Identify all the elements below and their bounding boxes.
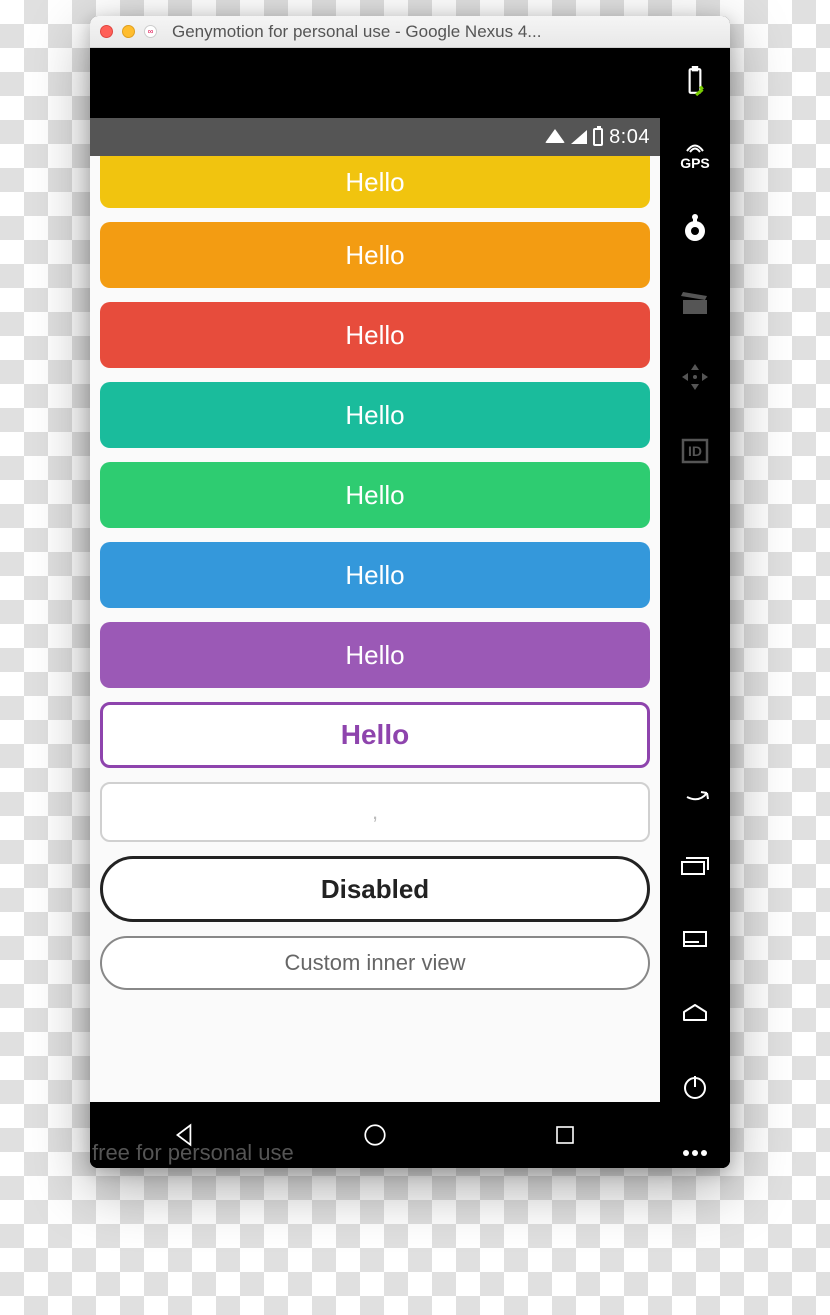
dpad-tool-icon[interactable]: [672, 354, 718, 400]
battery-tool-icon[interactable]: [672, 58, 718, 104]
button-label: Hello: [345, 400, 404, 431]
hello-button-5[interactable]: Hello: [100, 542, 650, 608]
id-label: ID: [688, 443, 702, 459]
gps-label: GPS: [680, 155, 710, 171]
hello-button-2[interactable]: Hello: [100, 302, 650, 368]
hello-button-0[interactable]: Hello: [100, 156, 650, 208]
gps-tool-icon[interactable]: GPS: [672, 132, 718, 178]
window-titlebar: ∞ Genymotion for personal use - Google N…: [90, 16, 730, 48]
camera-tool-icon[interactable]: [672, 206, 718, 252]
emulator-body: 8:04 HelloHelloHelloHelloHelloHelloHello…: [90, 48, 730, 1168]
button-label: Hello: [345, 560, 404, 591]
button-label: Custom inner view: [285, 950, 466, 976]
more-icon[interactable]: [672, 1138, 718, 1168]
faint-outline-button[interactable]: ,: [100, 782, 650, 842]
hello-button-4[interactable]: Hello: [100, 462, 650, 528]
emulator-window: ∞ Genymotion for personal use - Google N…: [90, 16, 730, 1168]
multiwindow-icon[interactable]: [672, 842, 718, 888]
button-label: Hello: [345, 640, 404, 671]
button-label: Hello: [345, 480, 404, 511]
clapper-tool-icon[interactable]: [672, 280, 718, 326]
home-button[interactable]: [355, 1115, 395, 1155]
rotate-icon[interactable]: [672, 768, 718, 814]
custom-inner-view-button[interactable]: Custom inner view: [100, 936, 650, 990]
minimize-icon[interactable]: [122, 25, 135, 38]
hello-button-1[interactable]: Hello: [100, 222, 650, 288]
android-statusbar: 8:04: [90, 118, 660, 156]
menu-nav-icon[interactable]: [672, 916, 718, 962]
watermark-text: free for personal use: [90, 1136, 294, 1168]
signal-icon: [571, 130, 587, 144]
hello-button-6[interactable]: Hello: [100, 622, 650, 688]
home-nav-icon[interactable]: [672, 990, 718, 1036]
button-label: Hello: [345, 320, 404, 351]
id-tool-icon[interactable]: ID: [672, 428, 718, 474]
button-label: Hello: [345, 167, 404, 198]
maximize-icon[interactable]: ∞: [144, 25, 157, 38]
button-label: ,: [372, 799, 378, 825]
android-navbar: free for personal use: [90, 1102, 660, 1168]
hello-button-3[interactable]: Hello: [100, 382, 650, 448]
wifi-icon: [545, 126, 565, 149]
button-label: Hello: [341, 719, 409, 751]
statusbar-clock: 8:04: [609, 126, 650, 149]
close-icon[interactable]: [100, 25, 113, 38]
disabled-button: Disabled: [100, 856, 650, 922]
recents-button[interactable]: [545, 1115, 585, 1155]
genymotion-sidebar: GPS: [660, 48, 730, 1168]
app-content: Hello Hello Hello Hello Hello Hello Hello Hell…: [90, 156, 660, 1102]
button-label: Hello: [345, 240, 404, 271]
button-label: Disabled: [321, 874, 429, 905]
power-icon[interactable]: [672, 1064, 718, 1110]
phone-screen-column: 8:04 HelloHelloHelloHelloHelloHelloHello…: [90, 48, 660, 1168]
hello-outline-button[interactable]: Hello: [100, 702, 650, 768]
battery-icon: [593, 128, 603, 146]
window-title: Genymotion for personal use - Google Nex…: [172, 22, 720, 42]
